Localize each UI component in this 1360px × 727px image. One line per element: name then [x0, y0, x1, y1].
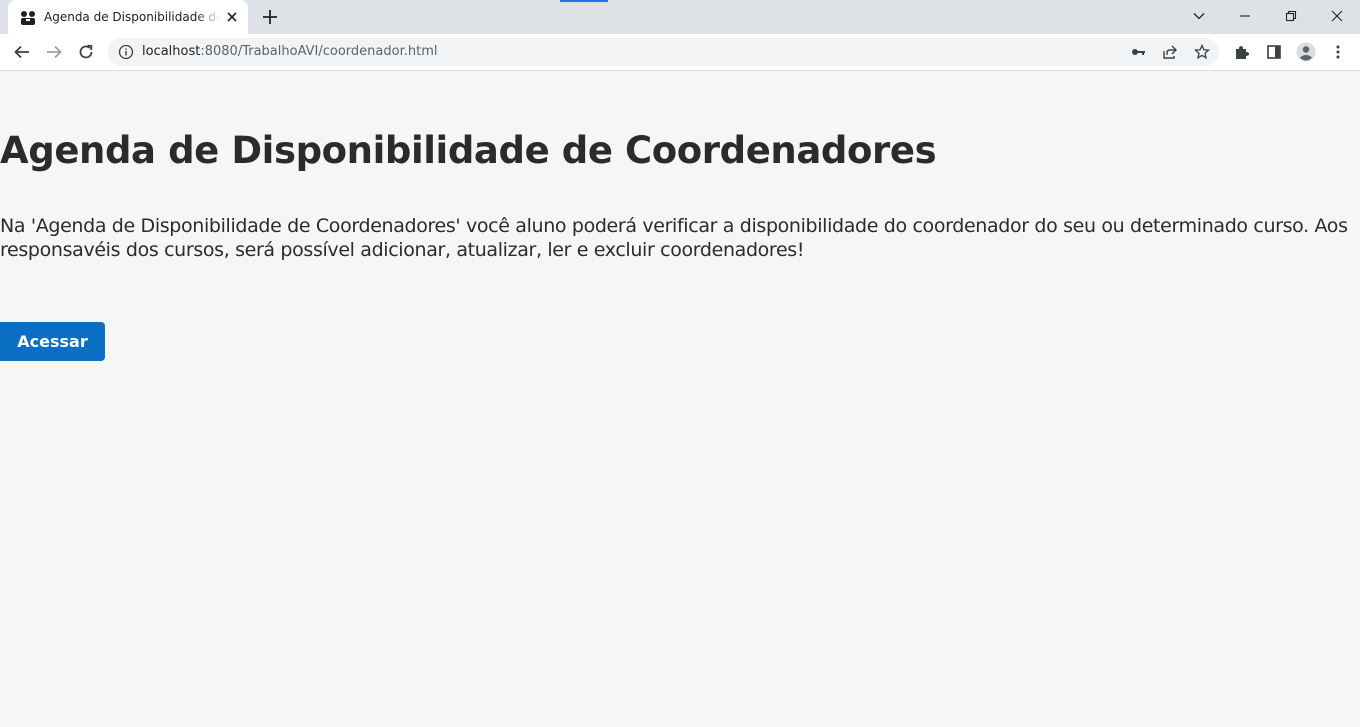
info-icon[interactable]: [118, 44, 134, 60]
share-icon[interactable]: [1160, 42, 1180, 62]
restore-icon[interactable]: [1268, 0, 1314, 32]
profile-icon[interactable]: [1296, 42, 1316, 62]
side-panel-icon[interactable]: [1264, 42, 1284, 62]
forward-arrow-icon[interactable]: [44, 42, 64, 62]
puzzle-icon[interactable]: [1232, 42, 1252, 62]
page-description: Na 'Agenda de Disponibilidade de Coorden…: [0, 215, 1348, 261]
url-text: localhost:8080/TrabalhoAVI/coordenador.h…: [142, 44, 437, 59]
new-tab-plus-icon[interactable]: [260, 7, 280, 27]
kebab-menu-icon[interactable]: [1328, 42, 1348, 62]
close-icon[interactable]: [1314, 0, 1360, 32]
loading-indicator: [560, 0, 608, 2]
chevron-down-icon[interactable]: [1176, 0, 1222, 32]
access-button[interactable]: Acessar: [0, 322, 105, 361]
tab-strip: Agenda de Disponibilidade de Coordenador…: [0, 0, 1360, 34]
browser-toolbar: localhost:8080/TrabalhoAVI/coordenador.h…: [0, 34, 1360, 71]
url-host: localhost: [142, 44, 201, 59]
reload-icon[interactable]: [76, 42, 96, 62]
tab-title: Agenda de Disponibilidade de Coordenador…: [44, 10, 220, 24]
page-content: Agenda de Disponibilidade de Coordenador…: [0, 71, 1360, 727]
back-arrow-icon[interactable]: [12, 42, 32, 62]
page-title: Agenda de Disponibilidade de Coordenador…: [0, 129, 937, 172]
address-bar[interactable]: localhost:8080/TrabalhoAVI/coordenador.h…: [108, 38, 1219, 66]
key-icon[interactable]: [1128, 42, 1148, 62]
browser-tab[interactable]: Agenda de Disponibilidade de Coordenador…: [8, 0, 248, 34]
star-icon[interactable]: [1192, 42, 1212, 62]
tab-close-icon[interactable]: [224, 9, 240, 25]
app-favicon-icon: [20, 10, 36, 26]
minimize-icon[interactable]: [1222, 0, 1268, 32]
url-path: :8080/TrabalhoAVI/coordenador.html: [200, 44, 438, 59]
